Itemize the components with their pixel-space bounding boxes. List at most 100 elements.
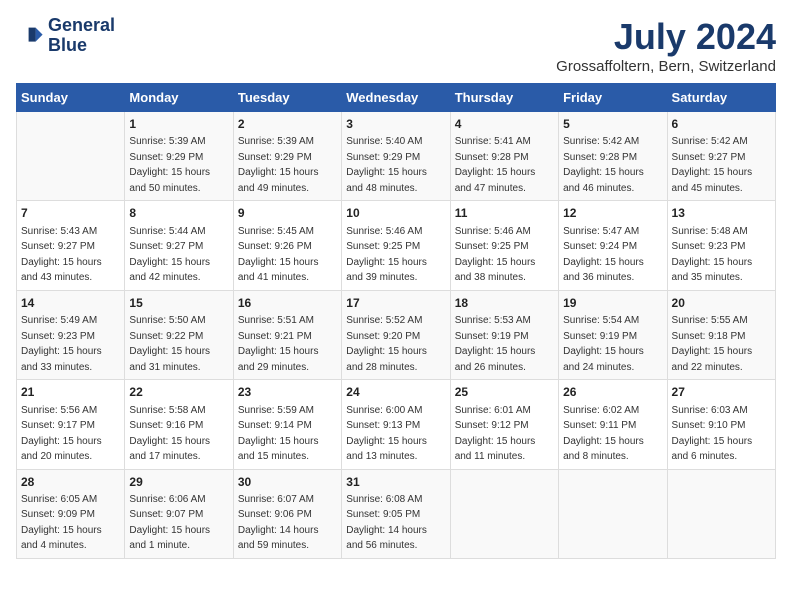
calendar-cell: 3 Sunrise: 5:40 AM Sunset: 9:29 PM Daylig… xyxy=(342,112,450,201)
day-number: 23 xyxy=(238,384,337,401)
calendar-cell: 4Sunrise: 5:41 AM Sunset: 9:28 PM Daylig… xyxy=(450,112,558,201)
day-content: Sunrise: 5:55 AM Sunset: 9:18 PM Dayligh… xyxy=(672,315,753,373)
calendar-cell: 23 Sunrise: 5:59 AM Sunset: 9:14 PM Dayli… xyxy=(233,380,341,469)
day-content: Sunrise: 5:40 AM Sunset: 9:29 PM Dayligh… xyxy=(346,136,427,194)
day-content: Sunrise: 5:41 AM Sunset: 9:28 PM Dayligh… xyxy=(455,136,536,194)
day-content: Sunrise: 5:56 AM Sunset: 9:17 PM Dayligh… xyxy=(21,405,102,463)
calendar-cell: 25 Sunrise: 6:01 AM Sunset: 9:12 PM Dayli… xyxy=(450,380,558,469)
day-number: 2 xyxy=(238,116,337,133)
calendar-body: 1Sunrise: 5:39 AM Sunset: 9:29 PM Daylig… xyxy=(17,112,776,559)
day-number: 21 xyxy=(21,384,120,401)
day-content: Sunrise: 6:05 AM Sunset: 9:09 PM Dayligh… xyxy=(21,494,102,552)
day-content: Sunrise: 5:44 AM Sunset: 9:27 PM Dayligh… xyxy=(129,226,210,284)
day-content: Sunrise: 6:03 AM Sunset: 9:10 PM Dayligh… xyxy=(672,405,753,463)
logo-line2: Blue xyxy=(48,36,115,56)
day-number: 29 xyxy=(129,474,228,491)
day-number: 27 xyxy=(672,384,771,401)
calendar-cell: 28 Sunrise: 6:05 AM Sunset: 9:09 PM Dayli… xyxy=(17,469,125,558)
calendar-week-5: 28 Sunrise: 6:05 AM Sunset: 9:09 PM Dayli… xyxy=(17,469,776,558)
day-content: Sunrise: 5:42 AM Sunset: 9:27 PM Dayligh… xyxy=(672,136,753,194)
calendar-cell: 16 Sunrise: 5:51 AM Sunset: 9:21 PM Dayli… xyxy=(233,290,341,379)
day-number: 31 xyxy=(346,474,445,491)
main-title: July 2024 xyxy=(556,16,776,58)
calendar-week-2: 7Sunrise: 5:43 AM Sunset: 9:27 PM Daylig… xyxy=(17,201,776,290)
calendar-cell: 1Sunrise: 5:39 AM Sunset: 9:29 PM Daylig… xyxy=(125,112,233,201)
calendar-week-3: 14 Sunrise: 5:49 AM Sunset: 9:23 PM Dayli… xyxy=(17,290,776,379)
day-content: Sunrise: 5:51 AM Sunset: 9:21 PM Dayligh… xyxy=(238,315,319,373)
calendar-cell: 24 Sunrise: 6:00 AM Sunset: 9:13 PM Dayli… xyxy=(342,380,450,469)
day-content: Sunrise: 6:01 AM Sunset: 9:12 PM Dayligh… xyxy=(455,405,536,463)
day-content: Sunrise: 6:00 AM Sunset: 9:13 PM Dayligh… xyxy=(346,405,427,463)
calendar-cell: 9 Sunrise: 5:45 AM Sunset: 9:26 PM Daylig… xyxy=(233,201,341,290)
calendar-cell: 27 Sunrise: 6:03 AM Sunset: 9:10 PM Dayli… xyxy=(667,380,775,469)
calendar-cell: 15Sunrise: 5:50 AM Sunset: 9:22 PM Dayli… xyxy=(125,290,233,379)
calendar-cell: 17Sunrise: 5:52 AM Sunset: 9:20 PM Dayli… xyxy=(342,290,450,379)
header-day-friday: Friday xyxy=(559,84,667,112)
calendar-cell: 30Sunrise: 6:07 AM Sunset: 9:06 PM Dayli… xyxy=(233,469,341,558)
calendar-cell: 10 Sunrise: 5:46 AM Sunset: 9:25 PM Dayli… xyxy=(342,201,450,290)
calendar-cell: 20 Sunrise: 5:55 AM Sunset: 9:18 PM Dayli… xyxy=(667,290,775,379)
day-content: Sunrise: 5:53 AM Sunset: 9:19 PM Dayligh… xyxy=(455,315,536,373)
day-number: 13 xyxy=(672,205,771,222)
day-number: 22 xyxy=(129,384,228,401)
day-content: Sunrise: 5:52 AM Sunset: 9:20 PM Dayligh… xyxy=(346,315,427,373)
calendar-cell: 14 Sunrise: 5:49 AM Sunset: 9:23 PM Dayli… xyxy=(17,290,125,379)
logo-line1: General xyxy=(48,16,115,36)
day-number: 5 xyxy=(563,116,662,133)
header-day-wednesday: Wednesday xyxy=(342,84,450,112)
day-content: Sunrise: 5:48 AM Sunset: 9:23 PM Dayligh… xyxy=(672,226,753,284)
day-content: Sunrise: 6:07 AM Sunset: 9:06 PM Dayligh… xyxy=(238,494,319,552)
day-number: 28 xyxy=(21,474,120,491)
day-number: 8 xyxy=(129,205,228,222)
day-content: Sunrise: 5:58 AM Sunset: 9:16 PM Dayligh… xyxy=(129,405,210,463)
logo-icon xyxy=(16,22,44,50)
day-content: Sunrise: 5:45 AM Sunset: 9:26 PM Dayligh… xyxy=(238,226,319,284)
day-number: 16 xyxy=(238,295,337,312)
day-number: 3 xyxy=(346,116,445,133)
day-content: Sunrise: 6:06 AM Sunset: 9:07 PM Dayligh… xyxy=(129,494,210,552)
day-number: 14 xyxy=(21,295,120,312)
day-content: Sunrise: 5:46 AM Sunset: 9:25 PM Dayligh… xyxy=(455,226,536,284)
day-number: 15 xyxy=(129,295,228,312)
day-content: Sunrise: 5:42 AM Sunset: 9:28 PM Dayligh… xyxy=(563,136,644,194)
day-number: 25 xyxy=(455,384,554,401)
calendar-cell: 5 Sunrise: 5:42 AM Sunset: 9:28 PM Daylig… xyxy=(559,112,667,201)
day-content: Sunrise: 5:39 AM Sunset: 9:29 PM Dayligh… xyxy=(238,136,319,194)
subtitle: Grossaffoltern, Bern, Switzerland xyxy=(556,58,776,75)
day-content: Sunrise: 5:46 AM Sunset: 9:25 PM Dayligh… xyxy=(346,226,427,284)
day-number: 24 xyxy=(346,384,445,401)
page-header: General Blue July 2024 Grossaffoltern, B… xyxy=(16,16,776,75)
calendar-cell: 18 Sunrise: 5:53 AM Sunset: 9:19 PM Dayli… xyxy=(450,290,558,379)
calendar-cell: 2 Sunrise: 5:39 AM Sunset: 9:29 PM Daylig… xyxy=(233,112,341,201)
calendar-cell: 22 Sunrise: 5:58 AM Sunset: 9:16 PM Dayli… xyxy=(125,380,233,469)
calendar-cell: 8 Sunrise: 5:44 AM Sunset: 9:27 PM Daylig… xyxy=(125,201,233,290)
calendar-cell: 7Sunrise: 5:43 AM Sunset: 9:27 PM Daylig… xyxy=(17,201,125,290)
calendar-table: SundayMondayTuesdayWednesdayThursdayFrid… xyxy=(16,83,776,559)
calendar-cell: 11 Sunrise: 5:46 AM Sunset: 9:25 PM Dayli… xyxy=(450,201,558,290)
calendar-cell: 29 Sunrise: 6:06 AM Sunset: 9:07 PM Dayli… xyxy=(125,469,233,558)
day-content: Sunrise: 6:08 AM Sunset: 9:05 PM Dayligh… xyxy=(346,494,427,552)
header-day-sunday: Sunday xyxy=(17,84,125,112)
day-number: 20 xyxy=(672,295,771,312)
calendar-cell: 26 Sunrise: 6:02 AM Sunset: 9:11 PM Dayli… xyxy=(559,380,667,469)
day-number: 6 xyxy=(672,116,771,133)
day-number: 9 xyxy=(238,205,337,222)
calendar-cell: 21 Sunrise: 5:56 AM Sunset: 9:17 PM Dayli… xyxy=(17,380,125,469)
calendar-cell xyxy=(17,112,125,201)
day-content: Sunrise: 5:39 AM Sunset: 9:29 PM Dayligh… xyxy=(129,136,210,194)
header-day-monday: Monday xyxy=(125,84,233,112)
day-content: Sunrise: 5:49 AM Sunset: 9:23 PM Dayligh… xyxy=(21,315,102,373)
day-number: 18 xyxy=(455,295,554,312)
day-content: Sunrise: 5:54 AM Sunset: 9:19 PM Dayligh… xyxy=(563,315,644,373)
day-number: 11 xyxy=(455,205,554,222)
title-block: July 2024 Grossaffoltern, Bern, Switzerl… xyxy=(556,16,776,75)
calendar-cell: 6 Sunrise: 5:42 AM Sunset: 9:27 PM Daylig… xyxy=(667,112,775,201)
calendar-cell: 12Sunrise: 5:47 AM Sunset: 9:24 PM Dayli… xyxy=(559,201,667,290)
day-number: 19 xyxy=(563,295,662,312)
day-content: Sunrise: 6:02 AM Sunset: 9:11 PM Dayligh… xyxy=(563,405,644,463)
day-content: Sunrise: 5:59 AM Sunset: 9:14 PM Dayligh… xyxy=(238,405,319,463)
calendar-week-1: 1Sunrise: 5:39 AM Sunset: 9:29 PM Daylig… xyxy=(17,112,776,201)
day-number: 26 xyxy=(563,384,662,401)
day-number: 10 xyxy=(346,205,445,222)
day-number: 12 xyxy=(563,205,662,222)
